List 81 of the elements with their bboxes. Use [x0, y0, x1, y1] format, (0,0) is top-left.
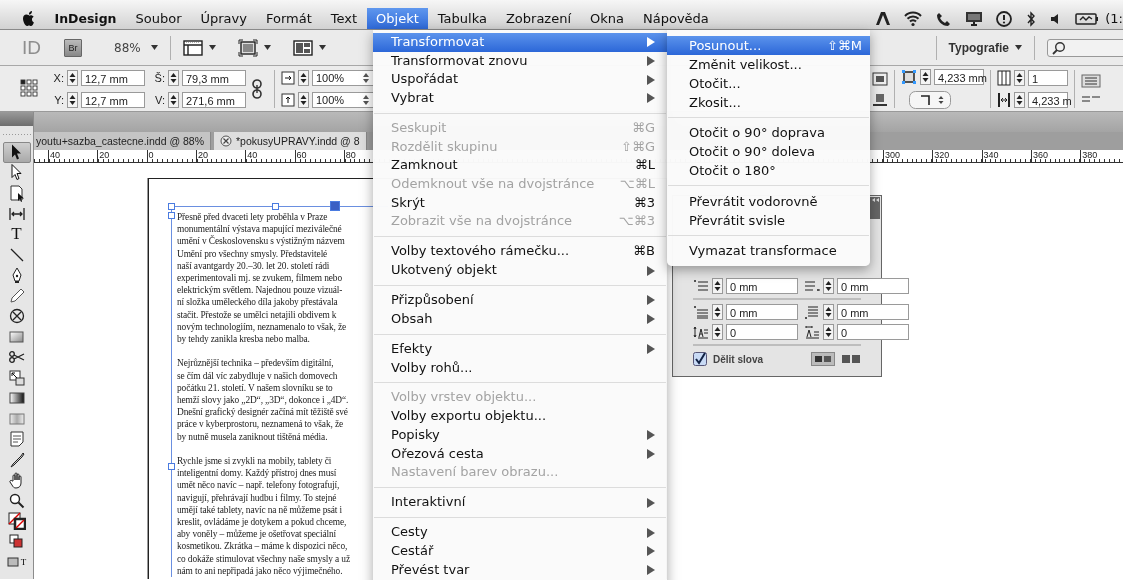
menu-item[interactable]: Volby rohů...	[373, 358, 667, 378]
menu-item[interactable]: Vybrat	[373, 89, 667, 108]
menu-item[interactable]: Ořezová cesta	[373, 444, 667, 464]
menu-item[interactable]: Zamknout ⌘L	[373, 156, 667, 176]
menu-item[interactable]: Přizpůsobení	[373, 291, 667, 310]
menu-bar-item[interactable]: Zobrazení	[496, 8, 581, 29]
bridge-button[interactable]: Br	[64, 38, 82, 57]
menu-bar-item[interactable]: Okna	[580, 8, 634, 29]
app-logo: ID	[22, 36, 42, 59]
menu-item[interactable]: Popisky	[373, 425, 667, 445]
paragraph: Přesně před dvaceti lety proběhla v Praze monumentální výstava mapující meziválečné umění v Československu s výstižným názvem Umění pro všechny smysly. Představitelé naší avantgardy 20.–30. let 20. století rádi experimentovali mj. se zvukem, filmem nebo elektrickým světlem. Najednou pouze vizuál- ní složka uměleckého díla jakoby přestávala stačit. Přestože se umělci netajili obdivem k novým technologiím, neznamenalo to však, že by tehdy zanikla kresba nebo malba.	[177, 211, 347, 346]
menu-item[interactable]: Převést tvar	[373, 560, 667, 580]
menu-item[interactable]: Převrátit vodorovně	[667, 191, 870, 211]
ruler-label: 300	[883, 150, 901, 162]
paragraph: Rychle jsme si zvykli na mobily, tablety či inteligentní domy. Každý přístroj dnes musí umět něco navíc – např. telefony fotografují, navigují, přehrávají hudbu i filmy. To stejné umějí také tablety, navíc na ně můžeme psát i kreslit, ovládáme je dotykem a pokud chceme, aby voněly – můžeme je ošetřovat speciální kosmetikou. Zkrátka – máme k dispozici něco, co dokáže stimulovat všechny naše smysly a už nám to ani nepřipadá jako něco výjimečného.	[177, 455, 351, 578]
document-tab[interactable]: *pokusyUPRAVY.indd @ 8	[214, 132, 367, 150]
tool-button[interactable]: T	[2, 552, 31, 573]
menu-item[interactable]: Transformovat	[373, 33, 667, 52]
ruler-label: 60	[294, 150, 307, 162]
field-label: X:	[52, 71, 64, 84]
menu-item[interactable]: Uspořádat	[373, 70, 667, 90]
ruler-label: 20	[97, 150, 110, 162]
ruler-label: 320	[932, 150, 950, 162]
menu-bar-item[interactable]: Nápověda	[633, 8, 719, 29]
number-field[interactable]: 0 mm	[726, 304, 798, 320]
ruler-label: 380	[1080, 150, 1098, 162]
menu-item[interactable]: Vymazat transformace	[667, 240, 870, 260]
number-field[interactable]: 12,7 mm	[81, 91, 145, 108]
menu-bar-item[interactable]: Soubor	[126, 8, 191, 29]
menu-item[interactable]: Otočit...	[667, 74, 870, 93]
document-tab[interactable]: youtu+sazba_castecne.indd @ 88%	[34, 132, 211, 150]
checkbox-label: Dělit slova	[713, 353, 765, 365]
menu-item[interactable]: Otočit o 90° doprava	[667, 123, 870, 143]
menu-item[interactable]: Posunout... ⇧⌘M	[667, 36, 870, 55]
number-field[interactable]: 12,7 mm	[81, 69, 145, 86]
field-label: V:	[154, 93, 165, 106]
menu-bar-item[interactable]: Text	[321, 8, 367, 29]
menu-bar-item[interactable]: Formát	[256, 8, 322, 29]
number-field[interactable]: 0 mm	[837, 278, 909, 294]
number-field[interactable]: 0 mm	[726, 278, 798, 294]
tool-button[interactable]: T	[2, 224, 31, 245]
ruler-label: 80	[343, 150, 356, 162]
number-field[interactable]: 271,6 mm	[182, 91, 246, 108]
menu-item[interactable]: Cestář	[373, 541, 667, 561]
app-menu[interactable]: InDesign	[45, 8, 126, 29]
field-label: Š:	[153, 71, 165, 84]
combo-field[interactable]: 100%	[312, 91, 374, 108]
battery-status[interactable]: (1:	[1105, 11, 1123, 26]
menu-item[interactable]: Ukotvený objekt	[373, 261, 667, 280]
menu-item[interactable]: Efekty	[373, 339, 667, 359]
ruler-label: 360	[1030, 150, 1048, 162]
ruler-label: 0	[146, 150, 154, 162]
menu-bar-item[interactable]: Objekt	[366, 8, 429, 29]
ruler-label: 20	[195, 150, 208, 162]
number-field[interactable]: 0	[837, 324, 909, 340]
menu-item[interactable]: Skrýt ⌘3	[373, 193, 667, 213]
field-label: Y:	[53, 93, 64, 106]
menu-item[interactable]: Otočit o 180°	[667, 161, 870, 181]
paragraph: Nejrůznější technika – především digitální, se čím dál víc zabydluje v našich domovech počátku 21. století. V našem slovníku se to hemží slovy jako „2D“, „3D“, dokonce i „4D“. Dnešní grafický designér začíná mít těžiště své práce v kyberprostoru, neznamená to však, že by nutně musela zaniknout tištěná média.	[177, 357, 350, 443]
ruler-label: 40	[245, 150, 258, 162]
number-field[interactable]: 0	[726, 324, 798, 340]
menu-item[interactable]: Změnit velikost...	[667, 55, 870, 74]
menu-item[interactable]: Otočit o 90° doleva	[667, 142, 870, 162]
menu-item[interactable]: Obsah	[373, 309, 667, 329]
menu-item[interactable]: Volby exportu objektu...	[373, 407, 667, 426]
number-field[interactable]: 1	[1028, 69, 1068, 86]
menu-item[interactable]: Transformovat znovu	[373, 51, 667, 71]
ruler-label: 40	[48, 150, 60, 162]
workspace-dropdown[interactable]: Typografie	[948, 40, 1022, 55]
menu-item[interactable]: Převrátit svisle	[667, 210, 870, 230]
ruler-label: 340	[981, 150, 999, 162]
number-field[interactable]: 79,3 mm	[182, 69, 246, 86]
combo-field[interactable]: 100%	[312, 69, 374, 86]
menu-item[interactable]: Cesty	[373, 523, 667, 542]
menu-item[interactable]: Zkosit...	[667, 93, 870, 112]
menu-bar-item[interactable]: Úpravy	[191, 8, 257, 29]
zoom-dropdown[interactable]: 88%	[114, 40, 158, 55]
menu-item[interactable]: Interaktivní	[373, 493, 667, 512]
menu-item[interactable]: Volby textového rámečku... ⌘B	[373, 242, 667, 262]
number-field[interactable]: 0 mm	[837, 304, 909, 320]
menu-bar-item[interactable]: Tabulka	[428, 8, 497, 29]
